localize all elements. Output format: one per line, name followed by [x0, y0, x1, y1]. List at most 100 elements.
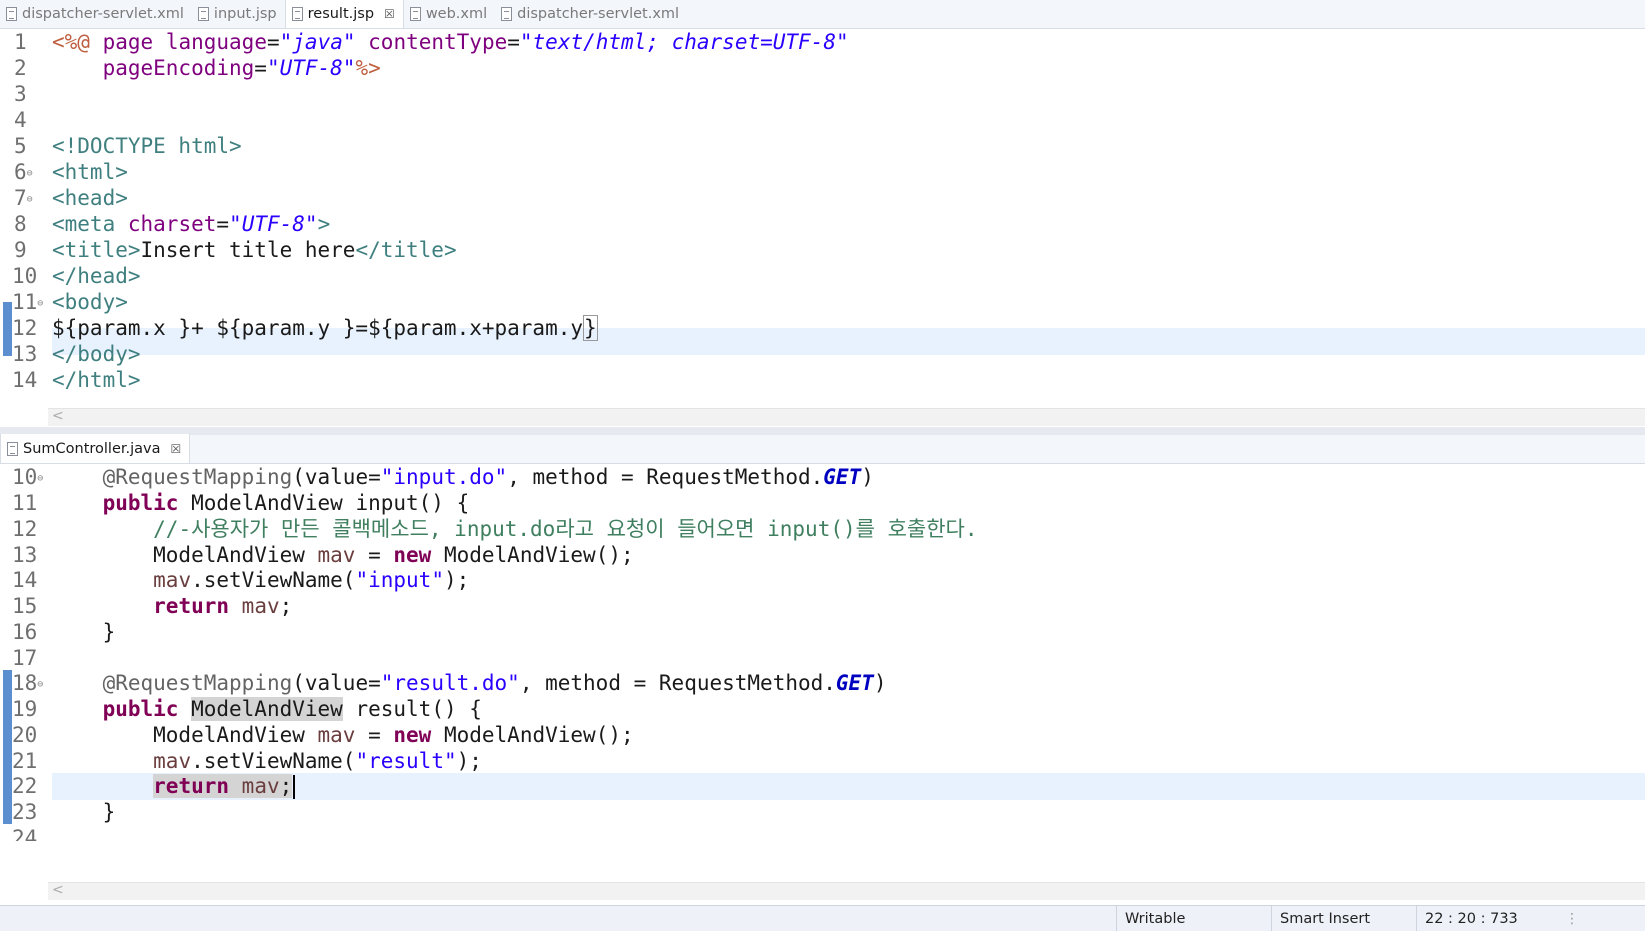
tab-input-jsp[interactable]: input.jsp: [192, 0, 285, 28]
code-line: public ModelAndView result() {: [102, 697, 482, 721]
line-number: 10: [12, 264, 38, 288]
line-number-folding: 11⊖: [12, 289, 44, 316]
tab-label: SumController.java: [23, 440, 161, 457]
tab-label: web.xml: [425, 5, 488, 22]
jsp-file-icon: [197, 6, 209, 21]
fold-icon[interactable]: ⊖: [37, 679, 43, 690]
line-number: 18: [12, 671, 38, 695]
line-number: 10: [12, 465, 38, 489]
change-marker: [3, 670, 12, 824]
code-line: <body>: [52, 290, 128, 314]
code-line: @RequestMapping(value="result.do", metho…: [102, 671, 887, 695]
code-line: <head>: [52, 186, 128, 210]
tab-label: dispatcher-servlet.xml: [22, 5, 184, 22]
tab-label: result.jsp: [307, 5, 375, 22]
status-insert-mode[interactable]: Smart Insert: [1271, 906, 1416, 931]
line-number: 24: [12, 826, 38, 841]
fold-icon[interactable]: ⊖: [37, 473, 43, 484]
code-line: ModelAndView mav = new ModelAndView();: [52, 543, 634, 567]
code-line: }: [52, 620, 116, 644]
code-line: pageEncoding="UTF-8"%>: [102, 56, 381, 80]
code-line: @RequestMapping(value="input.do", method…: [102, 465, 874, 489]
horizontal-scrollbar[interactable]: <: [48, 408, 1645, 426]
tab-label: dispatcher-servlet.xml: [517, 5, 680, 22]
line-number: 19: [12, 697, 38, 721]
tab-dispatcher-servlet-xml-2[interactable]: dispatcher-servlet.xml: [495, 0, 687, 28]
line-number-folding: 6⊖: [14, 159, 46, 186]
fold-icon[interactable]: ⊖: [27, 194, 33, 205]
code-line: }: [52, 800, 116, 824]
editor-split-divider[interactable]: [0, 427, 1645, 435]
line-number: 13: [12, 543, 38, 567]
fold-icon[interactable]: ⊖: [37, 298, 43, 309]
horizontal-scrollbar[interactable]: <: [48, 882, 1645, 900]
jsp-file-icon: [291, 6, 303, 21]
tab-result-jsp[interactable]: result.jsp ☒: [284, 0, 404, 28]
line-number: 6: [14, 160, 27, 184]
code-line: <!DOCTYPE html>: [52, 134, 242, 158]
line-number: 23: [12, 800, 38, 824]
line-number: 7: [14, 186, 27, 210]
text-caret: [293, 775, 296, 799]
close-icon[interactable]: ☒: [171, 442, 182, 456]
fold-icon[interactable]: ⊖: [27, 168, 33, 179]
status-bar: Writable Smart Insert 22 : 20 : 733 ⋮: [0, 905, 1645, 931]
tab-dispatcher-servlet-xml[interactable]: dispatcher-servlet.xml: [0, 0, 192, 28]
code-line: </body>: [52, 342, 141, 366]
status-cursor-position[interactable]: 22 : 20 : 733: [1416, 906, 1571, 931]
line-number: 1: [14, 30, 27, 54]
scroll-left-icon[interactable]: <: [52, 882, 64, 898]
java-editor[interactable]: 10⊖ 11 12 13 14 15 16 17 18⊖ 19 20 21 22…: [0, 464, 1645, 905]
top-editor-tabbar: dispatcher-servlet.xml input.jsp result.…: [0, 0, 1645, 29]
code-line: return mav;: [153, 594, 293, 618]
line-number: 13: [12, 342, 38, 366]
line-number: 22: [12, 774, 38, 798]
tab-label: input.jsp: [213, 5, 277, 22]
tab-web-xml[interactable]: web.xml: [404, 0, 495, 28]
code-line: <%@ page language="java" contentType="te…: [52, 30, 849, 54]
code-line: </html>: [52, 368, 141, 392]
line-number: 9: [14, 238, 27, 262]
line-number: 8: [14, 212, 27, 236]
change-marker: [3, 302, 12, 356]
line-number-folding: 18⊖: [12, 670, 44, 697]
line-number: 11: [12, 290, 38, 314]
xml-file-icon: [6, 6, 17, 21]
code-line: public ModelAndView input() {: [102, 491, 470, 515]
code-line: mav.setViewName("input");: [153, 568, 470, 592]
code-line: <meta charset="UTF-8">: [52, 212, 331, 236]
jsp-editor[interactable]: 1 2 3 4 5 6⊖ 7⊖ 8 9 10 11⊖ 12 13 14 <%@ …: [0, 29, 1645, 427]
code-line: <title>Insert title here</title>: [52, 238, 457, 262]
line-number-folding: 10⊖: [12, 464, 44, 491]
close-icon[interactable]: ☒: [384, 7, 395, 21]
line-number: 5: [14, 134, 27, 158]
line-number: 11: [12, 491, 38, 515]
tab-sum-controller-java[interactable]: SumController.java ☒: [0, 434, 191, 463]
xml-file-icon: [501, 6, 513, 21]
line-number: 15: [12, 594, 38, 618]
line-number: 21: [12, 749, 38, 773]
line-number: 3: [14, 82, 27, 106]
line-number: 16: [12, 620, 38, 644]
code-line: mav.setViewName("result");: [153, 749, 482, 773]
code-line: </head>: [52, 264, 141, 288]
line-number-folding: 7⊖: [14, 185, 46, 212]
code-line-current: return mav;: [52, 773, 296, 800]
line-number: 14: [12, 568, 38, 592]
line-number: 14: [12, 368, 38, 392]
scroll-left-icon[interactable]: <: [52, 408, 64, 424]
xml-file-icon: [409, 6, 421, 21]
line-number: 20: [12, 723, 38, 747]
status-writable: Writable: [1116, 906, 1271, 931]
code-line: //-사용자가 만든 콜백메소드, input.do라고 요청이 들어오면 in…: [153, 517, 978, 541]
line-number: 12: [12, 517, 38, 541]
code-line: ModelAndView mav = new ModelAndView();: [52, 723, 634, 747]
drag-handle-icon[interactable]: ⋮: [1565, 910, 1579, 928]
java-file-icon: [7, 441, 18, 456]
code-line: <html>: [52, 160, 128, 184]
line-number: 4: [14, 108, 27, 132]
line-number: 17: [12, 646, 38, 670]
code-line-current: ${param.x }+ ${param.y }=${param.x+param…: [52, 315, 598, 341]
line-number: 12: [12, 316, 38, 340]
bottom-editor-tabbar: SumController.java ☒: [0, 434, 1645, 464]
